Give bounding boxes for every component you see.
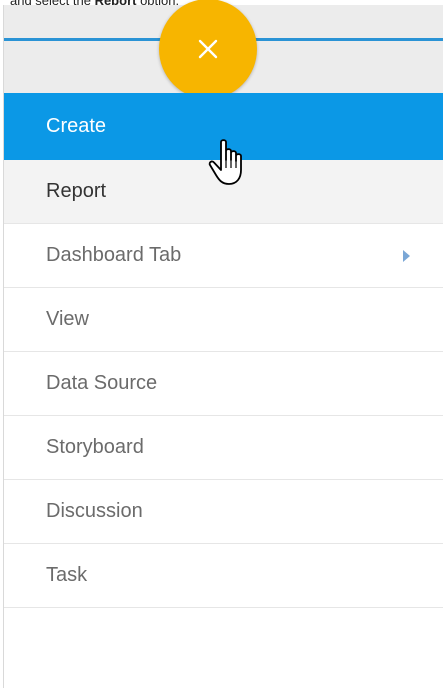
menu-item-storyboard[interactable]: Storyboard (4, 416, 443, 480)
panel-top-bar (4, 0, 443, 99)
close-icon (198, 39, 218, 59)
hand-pointer-icon (208, 139, 242, 185)
menu-item-label: Task (46, 564, 88, 586)
menu-header-label: Create (46, 115, 107, 137)
submenu-arrow-icon (403, 249, 410, 262)
menu-item-task[interactable]: Task (4, 544, 443, 608)
close-button-circle[interactable] (159, 0, 257, 99)
create-menu-panel: Create Report Dashboard Tab View Data So… (3, 0, 443, 688)
menu-item-label: Report (46, 180, 107, 202)
menu-item-label: Data Source (46, 372, 158, 394)
menu-item-label: Discussion (46, 500, 143, 522)
menu-item-view[interactable]: View (4, 288, 443, 352)
menu-item-label: Dashboard Tab (46, 244, 182, 266)
menu-item-label: Storyboard (46, 436, 144, 458)
menu-item-label: View (46, 308, 89, 330)
close-button[interactable] (159, 0, 257, 99)
menu-item-discussion[interactable]: Discussion (4, 480, 443, 544)
menu-item-dashboard-tab[interactable]: Dashboard Tab (4, 224, 443, 288)
menu-item-data-source[interactable]: Data Source (4, 352, 443, 416)
